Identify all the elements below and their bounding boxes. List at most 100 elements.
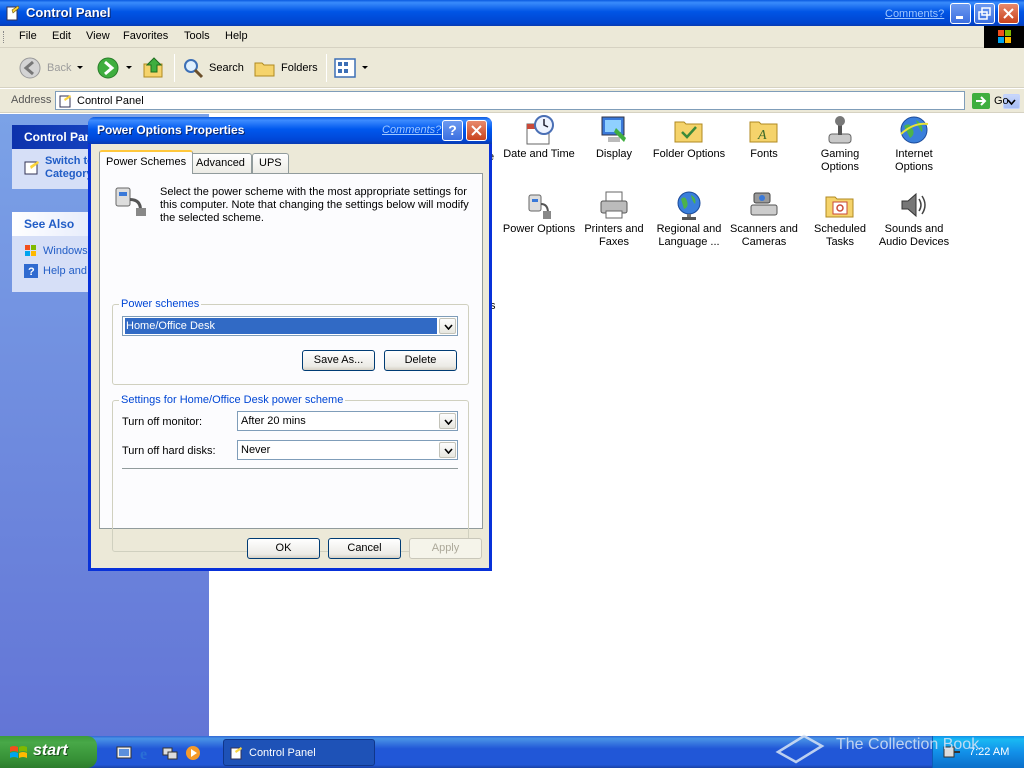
apply-button[interactable]: Apply [409,538,482,559]
address-label: Address [11,94,52,106]
help-icon: ? [448,122,457,138]
window-title: Control Panel [26,5,111,20]
tab-advanced[interactable]: Advanced [189,153,252,173]
tab-power-schemes[interactable]: Power Schemes [99,150,194,174]
media-player-icon[interactable] [185,745,201,761]
display-item[interactable]: Display [576,114,652,161]
power-scheme-dropdown-button[interactable] [439,318,456,334]
menu-help[interactable]: Help [225,30,248,42]
hard-disks-timeout-select[interactable]: Never [237,440,458,460]
close-icon [1003,8,1014,19]
up-folder-button[interactable] [142,56,166,80]
start-button[interactable]: start [0,736,97,768]
chevron-down-icon [126,66,132,69]
menu-tools[interactable]: Tools [184,30,210,42]
power-icon [528,194,551,219]
up-folder-icon [143,57,163,78]
regional-language-item[interactable]: Regional and Language ... [651,189,727,249]
scheduled-tasks-item[interactable]: Scheduled Tasks [802,189,878,249]
monitor-timeout-value: After 20 mins [241,415,306,427]
chevron-down-icon [444,419,453,425]
windows-update-icon [25,245,36,256]
start-label: start [33,742,68,759]
fonts-item[interactable]: A Fonts [726,114,802,161]
back-arrow-icon [19,57,41,79]
monitor-timeout-select[interactable]: After 20 mins [237,411,458,431]
comments-link[interactable]: Comments? [885,8,944,20]
sounds-audio-item[interactable]: Sounds and Audio Devices [876,189,952,249]
internet-explorer-icon[interactable]: e [139,745,155,761]
folder-options-item[interactable]: Folder Options [651,114,727,161]
go-button[interactable]: Go [972,93,1009,109]
item-label: Folder Options [652,148,726,160]
forward-button[interactable] [96,56,133,80]
search-button[interactable]: Search [182,56,244,80]
folders-icon [254,62,275,77]
power-options-item[interactable]: Power Options [501,189,577,236]
intro-text: Select the power scheme with the most ap… [160,186,469,224]
show-desktop-icon[interactable] [116,745,132,761]
hard-disks-dropdown-button[interactable] [439,442,456,458]
control-panel-icon [230,747,242,760]
scanners-cameras-item[interactable]: Scanners and Cameras [726,189,802,249]
printers-faxes-item[interactable]: Printers and Faxes [576,189,652,249]
minimize-button[interactable] [950,3,971,24]
dialog-title: Power Options Properties [97,123,245,137]
address-input[interactable]: Control Panel [55,91,1020,110]
power-scheme-value: Home/Office Desk [124,317,438,335]
scheduled-tasks-icon [825,196,854,218]
printer-icon [600,191,628,219]
save-as-button[interactable]: Save As... [302,350,375,371]
window-titlebar[interactable]: Control Panel Comments? [0,0,1024,26]
menu-file[interactable]: File [19,30,37,42]
monitor-label: Turn off monitor: [122,416,203,428]
dialog-close-button[interactable] [466,120,487,141]
search-label: Search [209,62,244,74]
globe-icon [900,116,929,144]
taskbar-control-panel-button[interactable]: Control Panel [223,739,375,766]
switch-view-icon [24,161,39,175]
scheme-settings-legend: Settings for Home/Office Desk power sche… [119,394,346,406]
folders-button[interactable]: Folders [254,56,318,80]
item-label: Power Options [502,223,576,235]
gaming-options-item[interactable]: Gaming Options [802,114,878,174]
help-icon: ? [24,264,38,278]
menu-edit[interactable]: Edit [52,30,71,42]
chevron-down-icon [362,66,368,69]
views-icon [334,58,356,78]
internet-options-item[interactable]: Internet Options [876,114,952,174]
forward-arrow-icon [97,57,119,79]
dialog-comments-link[interactable]: Comments? [382,124,441,136]
speaker-icon [901,192,926,218]
delete-button[interactable]: Delete [384,350,457,371]
close-button[interactable] [998,3,1019,24]
control-panel-icon [59,95,71,108]
menu-favorites[interactable]: Favorites [123,30,168,42]
back-button[interactable]: Back [18,56,84,80]
chevron-down-icon [77,66,84,69]
restore-icon [978,7,991,20]
tab-ups[interactable]: UPS [252,153,289,173]
power-scheme-select[interactable]: Home/Office Desk [122,316,458,336]
item-label: Date and Time [503,148,575,160]
toolbar-separator [174,54,175,82]
menu-bar: File Edit View Favorites Tools Help [0,26,1024,48]
date-time-item[interactable]: Date and Time [501,114,577,161]
go-label: Go [994,95,1009,107]
monitor-dropdown-button[interactable] [439,413,456,429]
book-icon [775,734,825,764]
menu-view[interactable]: View [86,30,110,42]
network-icon[interactable] [162,745,178,761]
ok-button[interactable]: OK [247,538,320,559]
folders-label: Folders [281,62,318,74]
folder-options-icon [674,121,703,143]
address-bar: Address Control Panel Go [0,89,1024,113]
views-button[interactable] [334,56,369,80]
menu-grip[interactable] [3,31,6,43]
cancel-button[interactable]: Cancel [328,538,401,559]
dialog-titlebar[interactable]: Power Options Properties Comments? ? [88,117,492,144]
maximize-button[interactable] [974,3,995,24]
item-label: Fonts [750,148,778,160]
item-label: Printers and Faxes [584,223,644,248]
dialog-help-button[interactable]: ? [442,120,463,141]
